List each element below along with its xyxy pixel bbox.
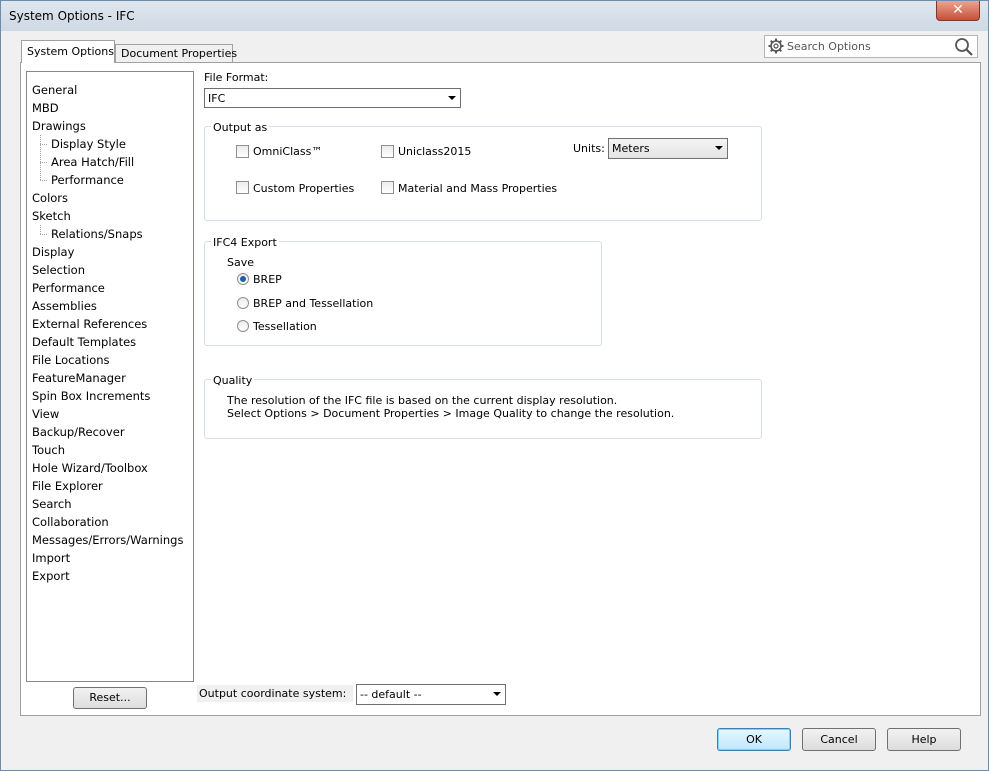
sidebar-item-view[interactable]: View [32, 405, 59, 423]
units-value: Meters [612, 142, 650, 155]
sidebar-item-messages-errors-warnings[interactable]: Messages/Errors/Warnings [32, 531, 183, 549]
sidebar-item-colors[interactable]: Colors [32, 189, 68, 207]
brep-label: BREP [253, 273, 282, 286]
sidebar-item-file-explorer[interactable]: File Explorer [32, 477, 103, 495]
tree-connector [40, 135, 41, 180]
omniclass-checkbox[interactable] [236, 145, 249, 158]
units-label: Units: [573, 142, 605, 155]
ok-button[interactable]: OK [717, 728, 791, 751]
tree-connector [40, 162, 47, 163]
material-mass-checkbox[interactable] [381, 181, 394, 194]
uniclass-label: Uniclass2015 [398, 145, 472, 158]
custom-properties-label: Custom Properties [253, 182, 355, 195]
sidebar-item-backup-recover[interactable]: Backup/Recover [32, 423, 125, 441]
sidebar-item-external-references[interactable]: External References [32, 315, 147, 333]
tessellation-label: Tessellation [253, 320, 317, 333]
brep-radio[interactable] [237, 273, 249, 285]
tab-document-properties[interactable]: Document Properties [115, 44, 237, 63]
sidebar-item-file-locations[interactable]: File Locations [32, 351, 110, 369]
gear-icon [768, 38, 784, 54]
sidebar-item-display[interactable]: Display [32, 243, 74, 261]
sidebar-item-spin-box-increments[interactable]: Spin Box Increments [32, 387, 150, 405]
dialog-window: System Options - IFC ✕ System Options Do… [0, 0, 989, 771]
tab-system-options[interactable]: System Options [21, 40, 115, 63]
tree-connector [40, 180, 47, 181]
save-label: Save [227, 256, 255, 269]
brep-tessellation-radio[interactable] [237, 297, 249, 309]
chevron-down-icon [493, 692, 501, 696]
chevron-down-icon [715, 146, 723, 150]
material-mass-label: Material and Mass Properties [398, 182, 558, 195]
sidebar-item-performance[interactable]: Performance [32, 279, 105, 297]
quality-text-line2: Select Options > Document Properties > I… [227, 407, 675, 420]
output-coordinate-label: Output coordinate system: [197, 685, 353, 702]
quality-title: Quality [211, 374, 255, 387]
sidebar-item-performance[interactable]: Performance [51, 171, 124, 189]
close-button[interactable]: ✕ [936, 1, 980, 21]
title-bar[interactable]: System Options - IFC ✕ [1, 1, 988, 31]
sidebar-item-selection[interactable]: Selection [32, 261, 85, 279]
options-nav-tree[interactable]: General MBD Drawings Display Style Area Hatc… [26, 71, 194, 682]
chevron-down-icon [448, 96, 456, 100]
units-select[interactable]: Meters [608, 138, 728, 159]
sidebar-item-general[interactable]: General [32, 81, 77, 99]
sidebar-item-collaboration[interactable]: Collaboration [32, 513, 109, 531]
sidebar-item-default-templates[interactable]: Default Templates [32, 333, 136, 351]
reset-button[interactable]: Reset... [73, 687, 147, 709]
help-button[interactable]: Help [887, 728, 961, 751]
cancel-button[interactable]: Cancel [802, 728, 876, 751]
sidebar-item-import[interactable]: Import [32, 549, 70, 567]
sidebar-item-hole-wizard-toolbox[interactable]: Hole Wizard/Toolbox [32, 459, 148, 477]
tessellation-radio[interactable] [237, 320, 249, 332]
quality-text-line1: The resolution of the IFC file is based … [227, 394, 618, 407]
sidebar-item-touch[interactable]: Touch [32, 441, 65, 459]
tree-connector [40, 225, 41, 234]
uniclass-checkbox[interactable] [381, 145, 394, 158]
file-format-value: IFC [208, 92, 226, 105]
omniclass-label: OmniClass™ [253, 145, 323, 158]
options-panel: General MBD Drawings Display Style Area Hatc… [20, 62, 981, 716]
sidebar-item-export[interactable]: Export [32, 567, 70, 585]
output-coordinate-select[interactable]: -- default -- [356, 684, 506, 705]
sidebar-item-display-style[interactable]: Display Style [51, 135, 126, 153]
window-title: System Options - IFC [9, 9, 135, 23]
output-coordinate-value: -- default -- [360, 688, 422, 701]
tree-connector [40, 234, 47, 235]
custom-properties-checkbox[interactable] [236, 181, 249, 194]
search-input[interactable]: Search Options [787, 40, 871, 53]
output-as-title: Output as [211, 121, 270, 134]
file-format-select[interactable]: IFC [204, 88, 461, 108]
sidebar-item-relations-snaps[interactable]: Relations/Snaps [51, 225, 143, 243]
sidebar-item-mbd[interactable]: MBD [32, 99, 59, 117]
sidebar-item-search[interactable]: Search [32, 495, 72, 513]
magnifier-icon[interactable] [954, 37, 974, 57]
file-format-label: File Format: [204, 71, 269, 84]
tree-connector [40, 144, 47, 145]
ifc4-export-title: IFC4 Export [211, 236, 279, 249]
sidebar-item-featuremanager[interactable]: FeatureManager [32, 369, 126, 387]
sidebar-item-assemblies[interactable]: Assemblies [32, 297, 97, 315]
brep-tessellation-label: BREP and Tessellation [253, 297, 374, 310]
sidebar-item-drawings[interactable]: Drawings [32, 117, 86, 135]
sidebar-item-area-hatch-fill[interactable]: Area Hatch/Fill [51, 153, 134, 171]
sidebar-item-sketch[interactable]: Sketch [32, 207, 71, 225]
search-options-box[interactable]: Search Options [764, 35, 978, 58]
